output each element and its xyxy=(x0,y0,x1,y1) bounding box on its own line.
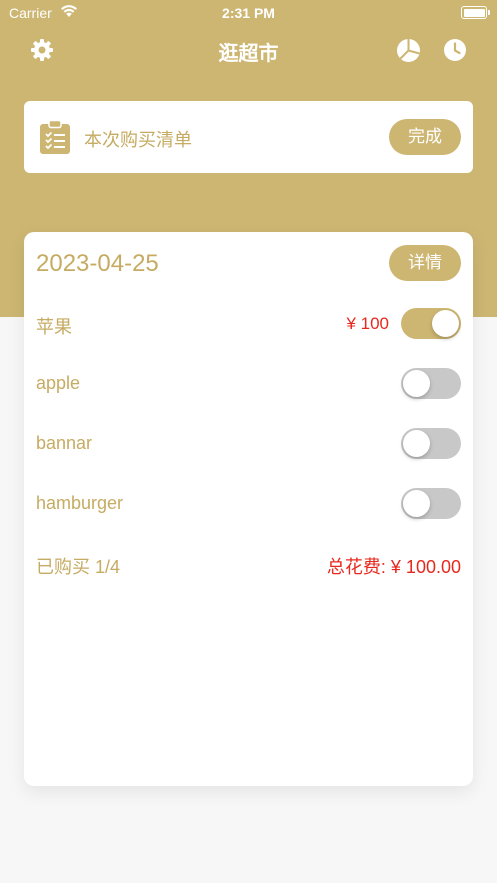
item-name: 苹果 xyxy=(36,317,72,337)
clock-icon[interactable] xyxy=(443,38,467,62)
list-item: bannar xyxy=(24,423,473,463)
shopping-list-title: 本次购买清单 xyxy=(84,130,192,150)
item-name: apple xyxy=(36,373,81,393)
done-button[interactable]: 完成 xyxy=(389,119,461,155)
pie-chart-icon[interactable] xyxy=(396,38,421,63)
purchased-toggle[interactable] xyxy=(401,368,461,399)
item-price: ¥ 100 xyxy=(346,314,389,333)
purchased-toggle[interactable] xyxy=(401,428,461,459)
total-cost: 总花费: ¥ 100.00 xyxy=(326,557,461,577)
shopping-list-card[interactable]: 本次购买清单 完成 xyxy=(24,101,473,173)
battery-icon xyxy=(461,6,490,19)
toggle-knob xyxy=(403,370,430,397)
clipboard-checklist-icon xyxy=(40,120,70,154)
list-item: 苹果 ¥ 100 xyxy=(24,303,473,343)
record-date: 2023-04-25 xyxy=(36,250,159,277)
purchased-toggle[interactable] xyxy=(401,488,461,519)
list-item: hamburger xyxy=(24,483,473,523)
toggle-knob xyxy=(403,490,430,517)
item-name: hamburger xyxy=(36,493,124,513)
status-time: 2:31 PM xyxy=(222,5,275,21)
purchased-toggle[interactable] xyxy=(401,308,461,339)
page-title: 逛超市 xyxy=(218,43,279,65)
status-bar: Carrier 2:31 PM xyxy=(0,0,497,26)
list-item: apple xyxy=(24,363,473,403)
item-name: bannar xyxy=(36,433,93,453)
toggle-knob xyxy=(432,310,459,337)
purchase-record-card: 2023-04-25 详情 苹果 ¥ 100 apple bannar hamb… xyxy=(24,232,473,786)
detail-button[interactable]: 详情 xyxy=(389,245,461,281)
toggle-knob xyxy=(403,430,430,457)
purchased-count: 已购买 1/4 xyxy=(36,557,121,577)
